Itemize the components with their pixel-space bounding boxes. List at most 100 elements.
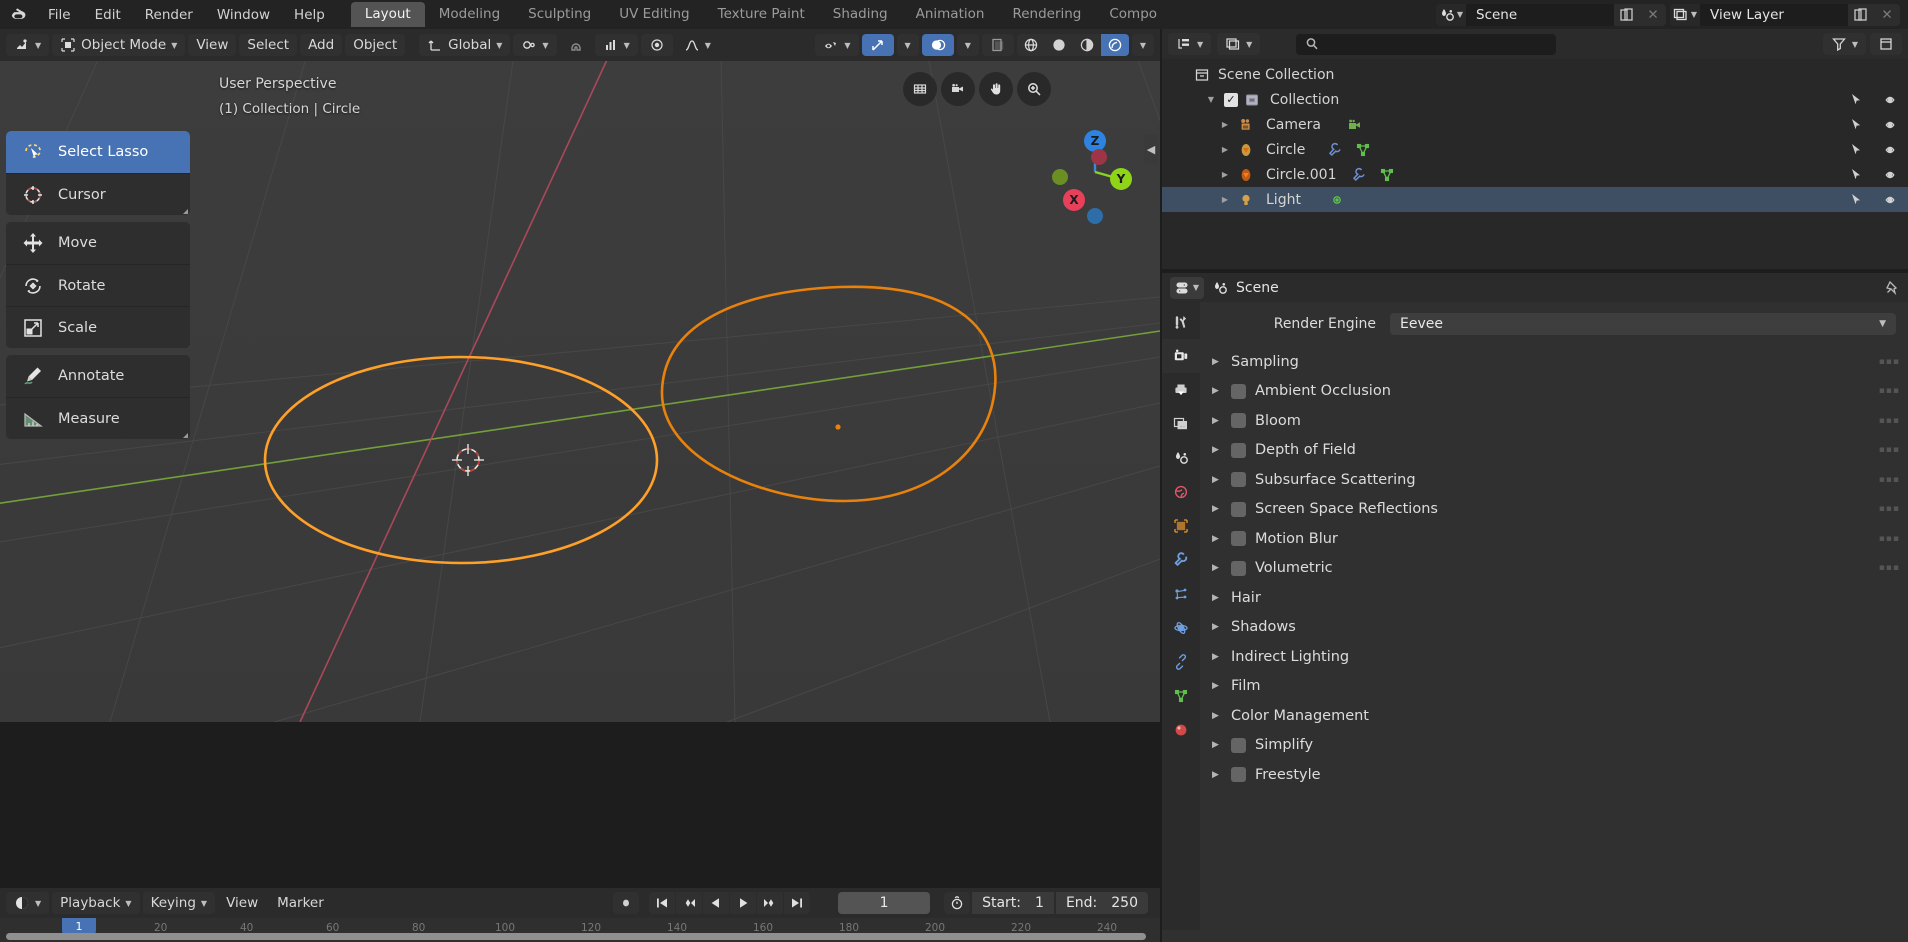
viewport-menu-view[interactable]: View bbox=[188, 34, 237, 56]
hide-eye-icon[interactable] bbox=[1882, 192, 1898, 208]
tab-animation[interactable]: Animation bbox=[902, 2, 999, 27]
outliner-row-circle-001[interactable]: ▶ Circle.001 bbox=[1162, 162, 1908, 187]
viewport-menu-select[interactable]: Select bbox=[239, 34, 298, 56]
selectable-cursor-icon[interactable] bbox=[1848, 92, 1864, 108]
panel-checkbox[interactable] bbox=[1231, 501, 1246, 517]
new-view-layer-button[interactable] bbox=[1848, 3, 1874, 26]
hide-eye-icon[interactable] bbox=[1882, 167, 1898, 183]
menu-edit[interactable]: Edit bbox=[83, 4, 133, 26]
axis-x-negative[interactable] bbox=[1091, 149, 1107, 165]
tool-expand-corner[interactable] bbox=[183, 433, 188, 438]
tool-measure[interactable]: Measure bbox=[6, 397, 190, 439]
disclosure-triangle-icon[interactable]: ▼ bbox=[1204, 95, 1218, 104]
auto-keying-button[interactable] bbox=[613, 892, 640, 914]
axis-navigation-gizmo[interactable]: Z Y X bbox=[1040, 117, 1150, 227]
overlays-dropdown-button[interactable]: ▼ bbox=[956, 34, 979, 56]
selectable-cursor-icon[interactable] bbox=[1848, 192, 1864, 208]
pin-icon[interactable] bbox=[1884, 280, 1900, 296]
shading-rendered-button[interactable] bbox=[1100, 34, 1129, 56]
hide-eye-icon[interactable] bbox=[1882, 92, 1898, 108]
panel-color-management[interactable]: ▶ Color Management bbox=[1200, 701, 1908, 731]
menu-file[interactable]: File bbox=[36, 4, 83, 26]
snap-magnet-button[interactable] bbox=[560, 34, 592, 56]
jump-to-prev-keyframe-button[interactable] bbox=[676, 892, 703, 914]
shading-dropdown-button[interactable]: ▼ bbox=[1131, 34, 1154, 56]
panel-checkbox[interactable] bbox=[1231, 531, 1246, 547]
light-data-icon[interactable] bbox=[1329, 192, 1345, 208]
properties-tab-object[interactable] bbox=[1162, 509, 1200, 543]
play-button[interactable] bbox=[730, 892, 757, 914]
panel-checkbox[interactable] bbox=[1231, 560, 1246, 576]
timeline-strip[interactable]: 0 20 40 60 80 100 120 140 160 180 200 22… bbox=[0, 918, 1160, 942]
xray-toggle-button[interactable] bbox=[981, 34, 1014, 56]
panel-ambient-occlusion[interactable]: ▶ Ambient Occlusion ▪▪▪ bbox=[1200, 377, 1908, 407]
panel-checkbox[interactable] bbox=[1231, 413, 1246, 429]
visibility-dropdown-button[interactable]: ▼ bbox=[815, 34, 859, 56]
viewport-menu-add[interactable]: Add bbox=[300, 34, 343, 56]
menu-help[interactable]: Help bbox=[282, 4, 337, 26]
properties-tab-constraints[interactable] bbox=[1162, 645, 1200, 679]
outliner-row-circle[interactable]: ▶ Circle bbox=[1162, 137, 1908, 162]
properties-tab-particles[interactable] bbox=[1162, 577, 1200, 611]
timeline-scrollbar[interactable] bbox=[6, 933, 1146, 940]
properties-tab-render[interactable] bbox=[1162, 339, 1200, 373]
panel-checkbox[interactable] bbox=[1231, 383, 1246, 399]
disclosure-triangle-icon[interactable]: ▶ bbox=[1218, 170, 1232, 179]
selectable-cursor-icon[interactable] bbox=[1848, 167, 1864, 183]
properties-editor-type-button[interactable]: ▼ bbox=[1170, 276, 1204, 299]
view-layer-icon[interactable]: ▼ bbox=[1670, 3, 1700, 26]
outliner-display-mode-button[interactable]: ▼ bbox=[1217, 33, 1261, 55]
outliner-filter-button[interactable]: ▼ bbox=[1822, 33, 1866, 55]
timeline-editor-type-button[interactable]: ▼ bbox=[6, 892, 50, 914]
shading-material-button[interactable] bbox=[1073, 34, 1101, 56]
tool-scale[interactable]: Scale bbox=[6, 306, 190, 348]
properties-tab-tool[interactable] bbox=[1162, 305, 1200, 339]
outliner-search-input[interactable] bbox=[1296, 33, 1557, 55]
show-overlays-button[interactable] bbox=[921, 34, 954, 56]
disclosure-triangle-icon[interactable]: ▶ bbox=[1218, 120, 1232, 129]
tool-expand-corner[interactable] bbox=[183, 209, 188, 214]
properties-tab-modifier[interactable] bbox=[1162, 543, 1200, 577]
selectable-cursor-icon[interactable] bbox=[1848, 117, 1864, 133]
disclosure-triangle-icon[interactable]: ▶ bbox=[1218, 145, 1232, 154]
menu-render[interactable]: Render bbox=[133, 4, 205, 26]
hide-eye-icon[interactable] bbox=[1882, 117, 1898, 133]
tool-select-lasso[interactable]: Select Lasso bbox=[6, 131, 190, 214]
outliner-row-camera[interactable]: ▶ Camera bbox=[1162, 112, 1908, 137]
camera-data-icon[interactable] bbox=[1347, 117, 1363, 133]
new-scene-button[interactable] bbox=[1614, 3, 1640, 26]
mesh-data-icon[interactable] bbox=[1355, 142, 1371, 158]
tool-annotate[interactable]: Annotate bbox=[6, 355, 190, 438]
remove-view-layer-button[interactable]: ✕ bbox=[1874, 3, 1900, 26]
pan-view-button[interactable] bbox=[979, 72, 1013, 106]
shading-wireframe-button[interactable] bbox=[1017, 34, 1045, 56]
object-mode-selector[interactable]: Object Mode ▼ bbox=[52, 34, 186, 56]
toggle-camera-view-button[interactable] bbox=[941, 72, 975, 106]
frame-end-field[interactable]: End: 250 bbox=[1055, 892, 1148, 914]
outliner-row-light[interactable]: ▶ Light bbox=[1162, 187, 1908, 212]
scene-selector[interactable]: ▼ Scene ✕ bbox=[1436, 3, 1666, 26]
outliner-new-collection-button[interactable] bbox=[1870, 33, 1902, 55]
properties-tab-view-layer[interactable] bbox=[1162, 407, 1200, 441]
modifier-icon[interactable] bbox=[1327, 142, 1343, 158]
menu-window[interactable]: Window bbox=[205, 4, 282, 26]
3d-viewport[interactable]: User Perspective (1) Collection | Circle… bbox=[0, 61, 1160, 722]
tab-shading[interactable]: Shading bbox=[819, 2, 902, 27]
timeline-menu-keying[interactable]: Keying ▼ bbox=[142, 892, 216, 914]
panel-checkbox[interactable] bbox=[1231, 737, 1246, 753]
tab-modeling[interactable]: Modeling bbox=[425, 2, 514, 27]
zoom-view-button[interactable] bbox=[1017, 72, 1051, 106]
panel-checkbox[interactable] bbox=[1231, 472, 1246, 488]
panel-subsurface-scattering[interactable]: ▶ Subsurface Scattering ▪▪▪ bbox=[1200, 465, 1908, 495]
tab-rendering[interactable]: Rendering bbox=[998, 2, 1095, 27]
play-reverse-button[interactable] bbox=[703, 892, 730, 914]
tab-sculpting[interactable]: Sculpting bbox=[514, 2, 605, 27]
tab-layout[interactable]: Layout bbox=[350, 2, 425, 27]
unlink-scene-button[interactable]: ✕ bbox=[1640, 3, 1666, 26]
properties-tab-material[interactable] bbox=[1162, 713, 1200, 747]
tab-texture-paint[interactable]: Texture Paint bbox=[704, 2, 819, 27]
snap-pivot-button[interactable]: ▼ bbox=[513, 34, 557, 56]
panel-simplify[interactable]: ▶ Simplify bbox=[1200, 731, 1908, 761]
panel-depth-of-field[interactable]: ▶ Depth of Field ▪▪▪ bbox=[1200, 436, 1908, 466]
outliner-editor-type-button[interactable]: ▼ bbox=[1168, 33, 1212, 55]
